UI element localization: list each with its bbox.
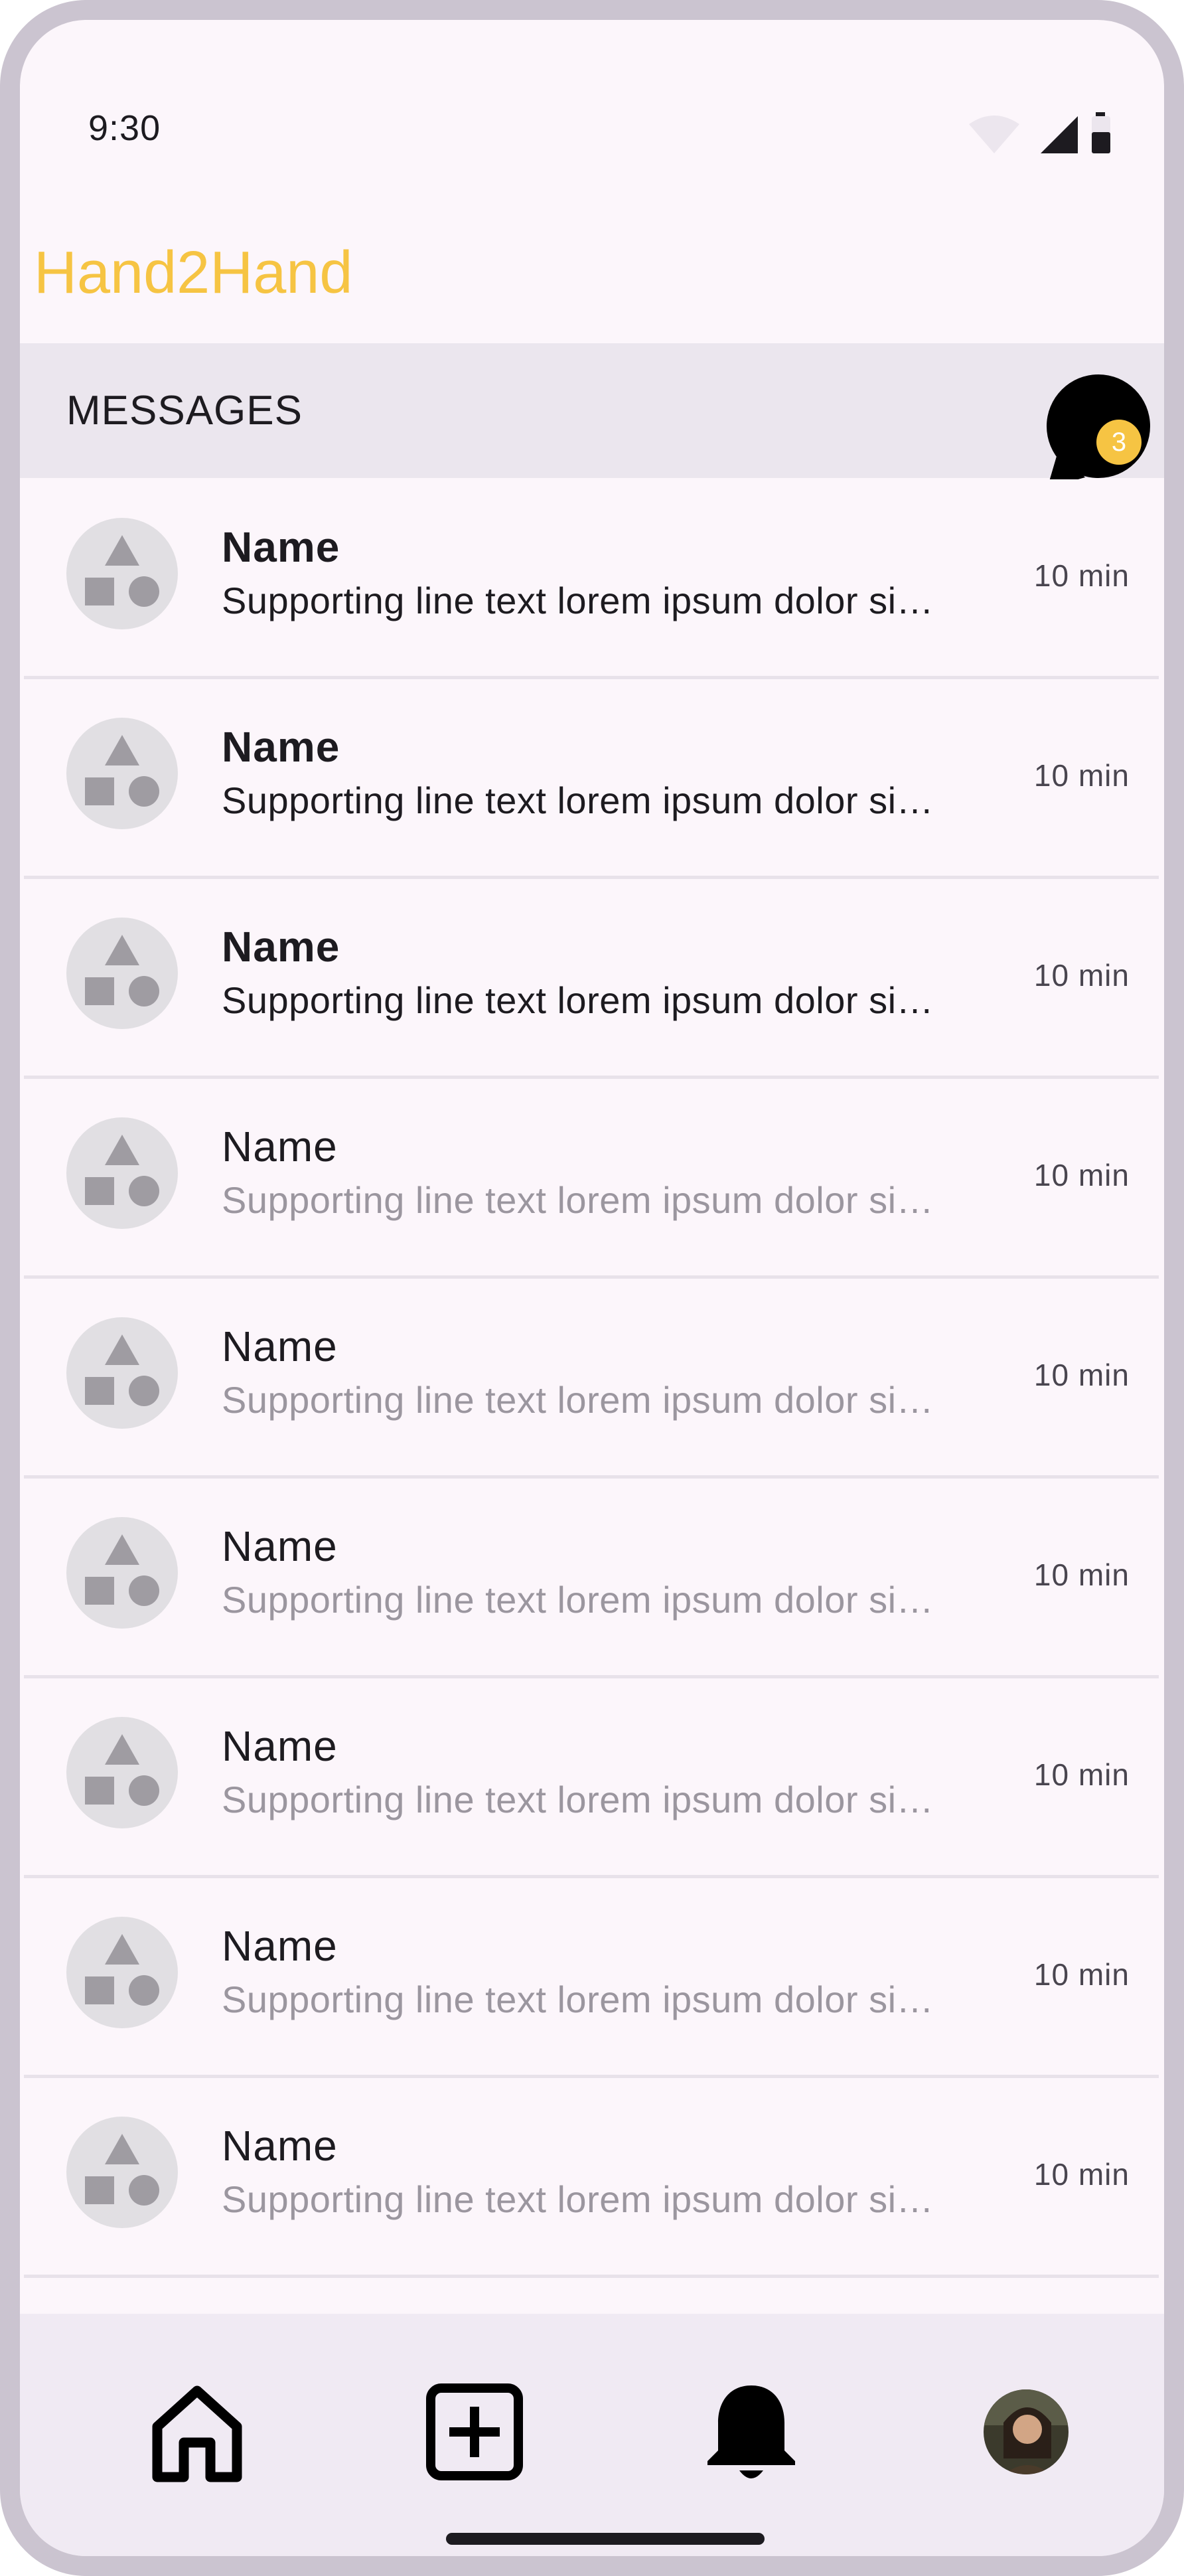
avatar-placeholder-icon bbox=[66, 2117, 178, 2228]
message-row[interactable]: Name Supporting line text lorem ipsum dol… bbox=[24, 1678, 1159, 1878]
messages-header: MESSAGES 3 bbox=[20, 343, 1164, 488]
phone-frame: 9:30 Hand2Hand MESSAGES 3 Name Supporting… bbox=[0, 0, 1184, 2576]
signal-icon bbox=[1041, 116, 1078, 153]
message-row[interactable]: Name Supporting line text lorem ipsum dol… bbox=[24, 1479, 1159, 1678]
message-row[interactable]: Name Supporting line text lorem ipsum dol… bbox=[24, 1878, 1159, 2078]
avatar-placeholder-icon bbox=[66, 918, 178, 1029]
status-bar: 9:30 bbox=[20, 20, 1164, 166]
message-preview: Supporting line text lorem ipsum dolor s… bbox=[222, 1379, 934, 1421]
app-title: Hand2Hand bbox=[34, 240, 353, 306]
message-time: 10 min bbox=[1033, 958, 1130, 993]
message-sender-name: Name bbox=[222, 1323, 338, 1370]
message-sender-name: Name bbox=[222, 723, 340, 771]
message-preview: Supporting line text lorem ipsum dolor s… bbox=[222, 2178, 934, 2220]
status-icons bbox=[969, 112, 1110, 153]
avatar-placeholder-icon bbox=[66, 1317, 178, 1429]
message-sender-name: Name bbox=[222, 1722, 338, 1770]
message-preview: Supporting line text lorem ipsum dolor s… bbox=[222, 979, 934, 1021]
status-time: 9:30 bbox=[88, 108, 161, 148]
avatar-placeholder-icon bbox=[66, 1917, 178, 2028]
avatar-placeholder-icon bbox=[66, 1117, 178, 1229]
message-preview: Supporting line text lorem ipsum dolor s… bbox=[222, 779, 934, 821]
message-sender-name: Name bbox=[222, 523, 340, 571]
battery-icon bbox=[1092, 132, 1110, 153]
bell-icon[interactable] bbox=[698, 2379, 804, 2485]
message-sender-name: Name bbox=[222, 923, 340, 971]
unread-badge: 3 bbox=[1096, 420, 1142, 465]
message-time: 10 min bbox=[1033, 558, 1130, 593]
add-box-icon[interactable] bbox=[421, 2379, 528, 2485]
avatar-placeholder-icon bbox=[66, 518, 178, 629]
avatar-placeholder-icon bbox=[66, 1517, 178, 1629]
message-preview: Supporting line text lorem ipsum dolor s… bbox=[222, 1779, 934, 1820]
message-sender-name: Name bbox=[222, 2122, 338, 2170]
message-row[interactable]: Name Supporting line text lorem ipsum dol… bbox=[24, 679, 1159, 879]
message-time: 10 min bbox=[1033, 1757, 1130, 1792]
message-time: 10 min bbox=[1033, 1158, 1130, 1192]
message-sender-name: Name bbox=[222, 1522, 338, 1570]
message-time: 10 min bbox=[1033, 1957, 1130, 1992]
message-time: 10 min bbox=[1033, 1558, 1130, 1592]
message-preview: Supporting line text lorem ipsum dolor s… bbox=[222, 580, 934, 621]
message-row[interactable]: Name Supporting line text lorem ipsum dol… bbox=[24, 2078, 1159, 2278]
message-list: Name Supporting line text lorem ipsum dol… bbox=[24, 479, 1159, 2278]
avatar-placeholder-icon bbox=[66, 1717, 178, 1828]
home-indicator[interactable] bbox=[446, 2533, 765, 2545]
section-title: MESSAGES bbox=[66, 388, 303, 434]
message-preview: Supporting line text lorem ipsum dolor s… bbox=[222, 1978, 934, 2020]
message-row[interactable]: Name Supporting line text lorem ipsum dol… bbox=[24, 1079, 1159, 1279]
message-row[interactable]: Name Supporting line text lorem ipsum dol… bbox=[24, 879, 1159, 1079]
profile-avatar[interactable] bbox=[973, 2379, 1079, 2485]
message-preview: Supporting line text lorem ipsum dolor s… bbox=[222, 1179, 934, 1221]
message-row[interactable]: Name Supporting line text lorem ipsum dol… bbox=[24, 479, 1159, 679]
message-time: 10 min bbox=[1033, 1358, 1130, 1392]
wifi-icon bbox=[969, 116, 1019, 153]
message-row[interactable]: Name Supporting line text lorem ipsum dol… bbox=[24, 1279, 1159, 1479]
message-preview: Supporting line text lorem ipsum dolor s… bbox=[222, 1579, 934, 1621]
home-icon[interactable] bbox=[144, 2379, 250, 2485]
message-sender-name: Name bbox=[222, 1922, 338, 1970]
message-time: 10 min bbox=[1033, 758, 1130, 793]
message-time: 10 min bbox=[1033, 2157, 1130, 2192]
message-sender-name: Name bbox=[222, 1123, 338, 1170]
avatar-placeholder-icon bbox=[66, 718, 178, 829]
